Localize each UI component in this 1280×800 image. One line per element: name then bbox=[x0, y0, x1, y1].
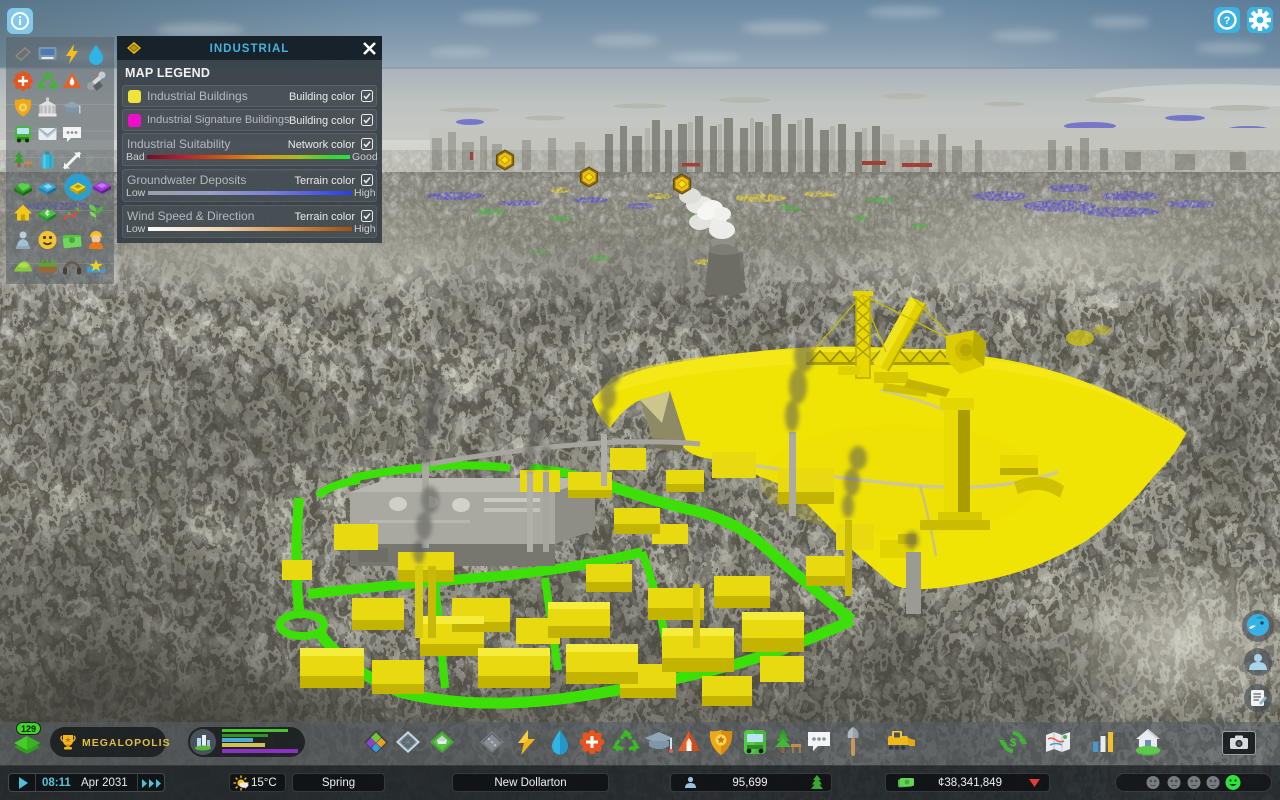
svg-text:?: ? bbox=[1224, 15, 1231, 27]
svg-text:$: $ bbox=[1010, 737, 1016, 749]
svg-text:¢: ¢ bbox=[45, 209, 50, 218]
